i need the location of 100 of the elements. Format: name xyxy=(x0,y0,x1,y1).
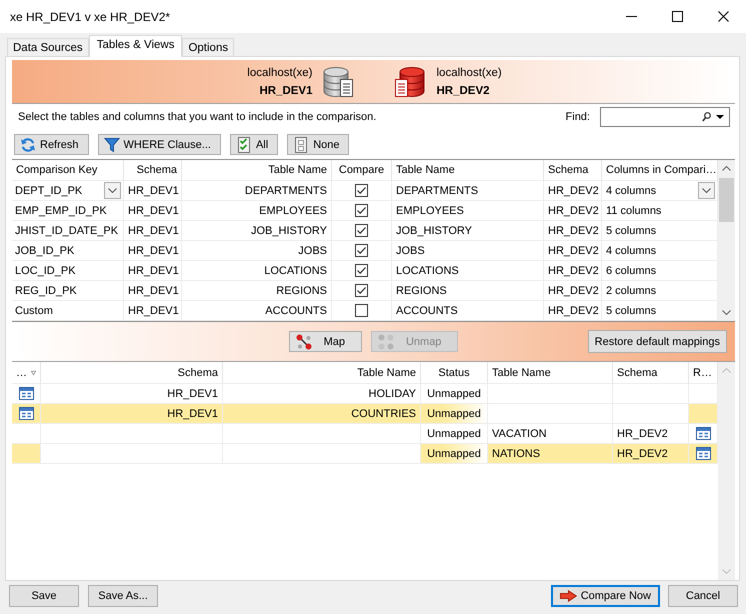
chevron-down-icon xyxy=(108,188,117,193)
maximize-icon[interactable] xyxy=(672,11,682,22)
dropdown-button[interactable] xyxy=(104,182,121,199)
table-cell: NATIONS xyxy=(488,444,613,464)
checkbox[interactable] xyxy=(355,244,368,257)
database-icon xyxy=(322,66,354,98)
table-cell: DEPARTMENTS xyxy=(182,181,332,201)
table-cell: 6 columns xyxy=(602,261,718,281)
table-cell: ACCOUNTS xyxy=(182,301,332,321)
refresh-icon xyxy=(20,136,36,152)
checkbox[interactable] xyxy=(355,224,368,237)
table-cell: REGIONS xyxy=(182,281,332,301)
table-cell: VACATION xyxy=(488,424,613,444)
table-cell: LOC_ID_PK xyxy=(12,261,124,281)
minimize-icon[interactable] xyxy=(626,16,636,17)
table-cell: JHIST_ID_DATE_PK xyxy=(12,221,124,241)
checkbox[interactable] xyxy=(355,304,368,317)
table-cell: JOBS xyxy=(392,241,544,261)
table-cell: REGIONS xyxy=(392,281,544,301)
search-field[interactable] xyxy=(600,107,730,127)
table-cell: Unmapped xyxy=(421,404,488,424)
toolbar-button[interactable]: All xyxy=(230,134,278,155)
host-name: localhost(xe) xyxy=(247,66,312,78)
table-cell: COUNTRIES xyxy=(223,404,421,424)
scrollbar[interactable] xyxy=(718,362,735,580)
table-icon xyxy=(696,447,710,460)
scroll-down-icon xyxy=(722,310,731,315)
table-cell: Custom xyxy=(12,301,124,321)
table-cell: HR_DEV2 xyxy=(544,301,602,321)
scrollbar[interactable] xyxy=(718,160,735,321)
table-cell: 11 columns xyxy=(602,201,718,221)
table-cell: HOLIDAY xyxy=(223,384,421,404)
schema-name: HR_DEV1 xyxy=(259,84,312,96)
table-cell: EMPLOYEES xyxy=(392,201,544,221)
table-cell: HR_DEV1 xyxy=(124,221,182,241)
table-cell: HR_DEV2 xyxy=(544,201,602,221)
table-cell: DEPT_ID_PK xyxy=(15,184,82,196)
schema-name: HR_DEV2 xyxy=(436,84,490,96)
tab[interactable]: Tables & Views xyxy=(88,35,182,57)
table-cell: HR_DEV1 xyxy=(124,201,182,221)
tab[interactable]: Options xyxy=(182,38,234,56)
table-cell: DEPARTMENTS xyxy=(392,181,544,201)
table-cell: HR_DEV1 xyxy=(41,384,223,404)
dialog-button[interactable]: Compare Now xyxy=(550,585,660,607)
scrollbar-thumb[interactable] xyxy=(719,178,734,222)
table-cell: JOBS xyxy=(182,241,332,261)
table-cell: HR_DEV2 xyxy=(544,261,602,281)
table-cell: HR_DEV1 xyxy=(124,241,182,261)
table-cell: HR_DEV2 xyxy=(544,181,602,201)
table-cell: Unmapped xyxy=(421,384,488,404)
toolbar-button[interactable]: Refresh xyxy=(14,134,89,155)
empty-checklist-icon xyxy=(293,136,310,152)
checkbox[interactable] xyxy=(355,204,368,217)
tab[interactable]: Data Sources xyxy=(7,38,89,56)
checkbox[interactable] xyxy=(355,184,368,197)
toolbar-button[interactable]: None xyxy=(287,134,350,155)
caret-down-icon[interactable] xyxy=(716,115,724,119)
table-cell: HR_DEV1 xyxy=(124,261,182,281)
restore-button[interactable]: Restore default mappings xyxy=(588,330,727,353)
checkbox[interactable] xyxy=(355,264,368,277)
nodes-icon xyxy=(378,334,394,350)
checkbox[interactable] xyxy=(355,284,368,297)
map-button[interactable]: Map xyxy=(288,331,362,352)
toolbar-button[interactable]: WHERE Clause... xyxy=(98,134,221,155)
table-cell: Unmapped xyxy=(421,444,488,464)
arrow-right-icon xyxy=(560,590,577,602)
table-cell: 4 columns xyxy=(602,241,718,261)
table-cell: HR_DEV1 xyxy=(41,404,223,424)
dialog-button[interactable]: Cancel xyxy=(668,585,738,607)
column-header[interactable]: … xyxy=(16,366,27,378)
connected-nodes-icon xyxy=(296,334,312,350)
table-cell: HR_DEV1 xyxy=(124,281,182,301)
table-cell: HR_DEV1 xyxy=(124,181,182,201)
table-cell: HR_DEV2 xyxy=(613,444,689,464)
table-cell: 4 columns xyxy=(606,184,656,196)
table-cell: LOCATIONS xyxy=(392,261,544,281)
table-cell: JOB_ID_PK xyxy=(12,241,124,261)
table-cell: HR_DEV2 xyxy=(544,241,602,261)
search-icon xyxy=(702,112,711,122)
close-icon[interactable] xyxy=(718,11,728,22)
table-cell: ACCOUNTS xyxy=(392,301,544,321)
scroll-down-icon xyxy=(722,569,731,574)
table-cell: JOB_HISTORY xyxy=(182,221,332,241)
table-cell: HR_DEV1 xyxy=(124,301,182,321)
table-cell: Unmapped xyxy=(421,424,488,444)
table-cell: 5 columns xyxy=(602,301,718,321)
checklist-icon xyxy=(236,136,252,152)
table-cell: JOB_HISTORY xyxy=(392,221,544,241)
table-cell: HR_DEV2 xyxy=(613,424,689,444)
table-cell: EMPLOYEES xyxy=(182,201,332,221)
table-cell: HR_DEV2 xyxy=(544,221,602,241)
dialog-button[interactable]: Save As... xyxy=(88,585,158,607)
scroll-up-icon[interactable] xyxy=(722,166,731,171)
chevron-down-icon xyxy=(702,188,711,193)
host-name: localhost(xe) xyxy=(436,66,502,78)
dialog-button[interactable]: Save xyxy=(9,585,79,607)
database-icon xyxy=(394,66,424,98)
dropdown-button[interactable] xyxy=(698,182,715,199)
table-cell: LOCATIONS xyxy=(182,261,332,281)
filter-icon[interactable] xyxy=(31,370,36,376)
